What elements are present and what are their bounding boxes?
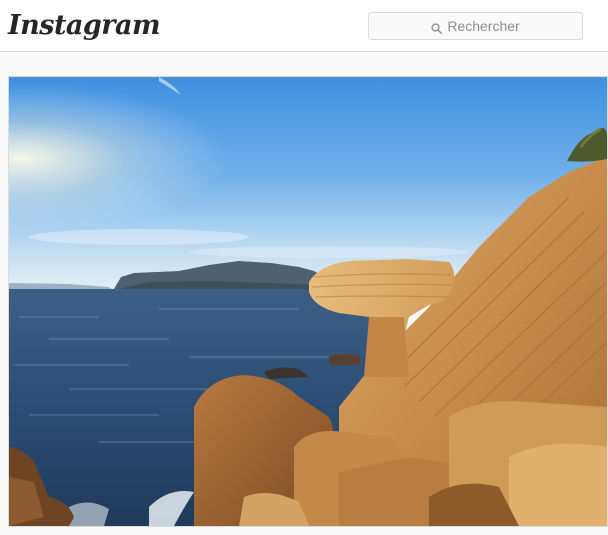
search-icon — [431, 21, 443, 34]
post-photo-frame — [8, 76, 608, 527]
top-navigation-bar: Instagram Rechercher — [0, 0, 608, 52]
search-input[interactable]: Rechercher — [368, 12, 583, 40]
instagram-logo[interactable]: Instagram — [8, 9, 161, 43]
post-photo[interactable] — [9, 77, 607, 526]
search-placeholder: Rechercher — [447, 18, 520, 34]
search-content: Rechercher — [369, 13, 582, 39]
